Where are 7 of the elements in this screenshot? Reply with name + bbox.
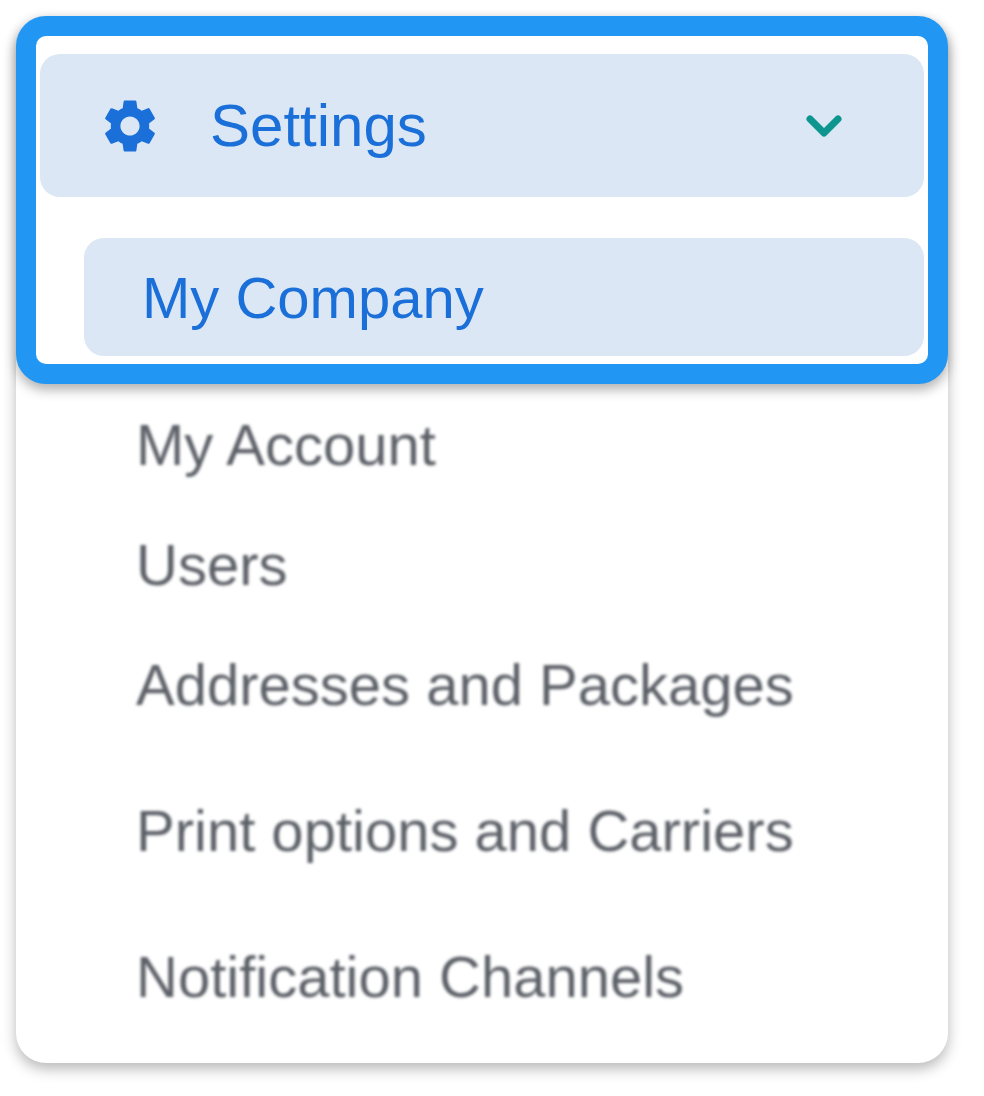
- menu-item[interactable]: Users: [16, 504, 308, 624]
- menu-item[interactable]: Notification Channels: [16, 916, 705, 1036]
- settings-menu-header[interactable]: Settings: [40, 54, 924, 197]
- menu-item[interactable]: My Account: [16, 384, 456, 504]
- menu-item[interactable]: Print options and Carriers: [16, 770, 814, 890]
- menu-item[interactable]: My Company: [84, 238, 924, 356]
- menu-item[interactable]: Addresses and Packages: [16, 624, 814, 744]
